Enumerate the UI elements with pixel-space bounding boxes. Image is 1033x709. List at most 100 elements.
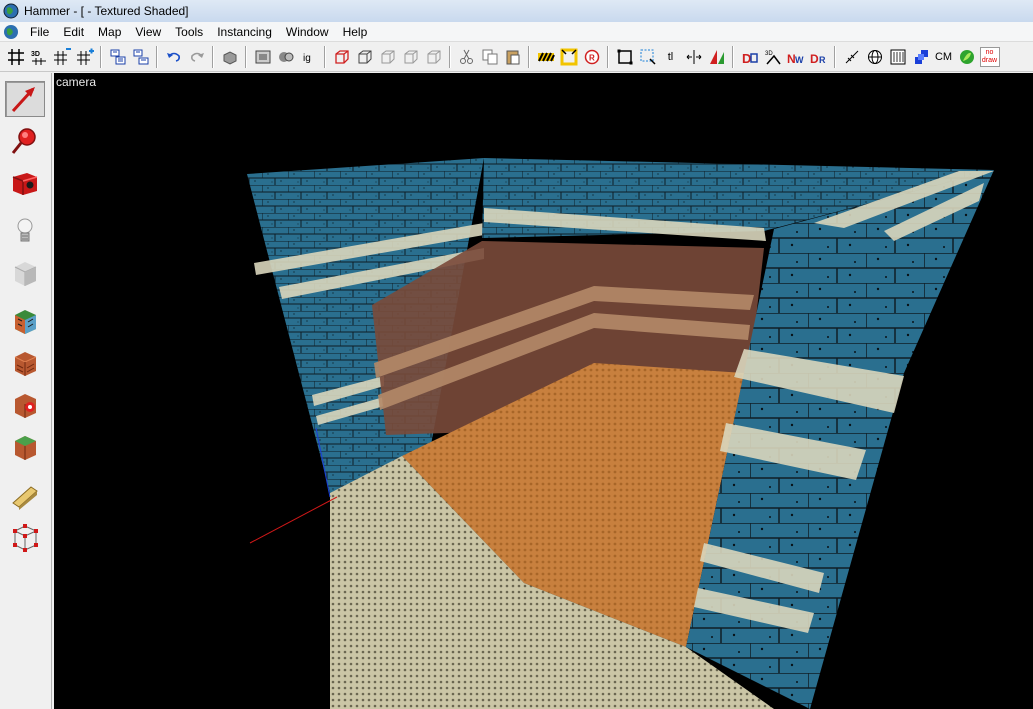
toggle-3d-wireframe-button[interactable]: 3D <box>762 46 784 68</box>
hide-selected-button[interactable] <box>252 46 274 68</box>
dashed-select-icon <box>640 49 656 65</box>
circle-r-icon: R <box>584 49 599 65</box>
decal-cube-icon <box>15 394 36 418</box>
cube-option-2-button[interactable] <box>400 46 422 68</box>
smaller-grid-button[interactable] <box>51 46 73 68</box>
vertex-tool[interactable] <box>5 519 45 555</box>
wireframe-cube-button[interactable] <box>354 46 376 68</box>
gray-cube-icon <box>14 262 37 286</box>
toggle-entities-button[interactable]: NW <box>785 46 807 68</box>
menu-file[interactable]: File <box>23 22 56 42</box>
selection-tool[interactable] <box>5 81 45 117</box>
texture-lock-tl-button[interactable]: tl <box>660 46 682 68</box>
menu-view[interactable]: View <box>128 22 168 42</box>
lasso-select-button[interactable] <box>637 46 659 68</box>
menu-edit[interactable]: Edit <box>56 22 91 42</box>
select-box-icon <box>617 49 632 65</box>
camera-viewport[interactable]: camera <box>54 73 1033 709</box>
texture-lock-button[interactable] <box>535 46 557 68</box>
title-bar: Hammer - [ - Textured Shaded] <box>0 0 1033 22</box>
selection-box-button[interactable] <box>614 46 636 68</box>
vertex-manipulation-button[interactable]: R <box>581 46 603 68</box>
ruler-icon <box>845 50 858 64</box>
svg-text:D: D <box>810 52 819 66</box>
clip-tool-button[interactable] <box>706 46 728 68</box>
hide-unselected-button[interactable] <box>275 46 297 68</box>
toggle-detail-button[interactable] <box>887 46 909 68</box>
cube-option-1-button[interactable] <box>377 46 399 68</box>
svg-text:3D: 3D <box>765 51 773 57</box>
menu-help[interactable]: Help <box>336 22 375 42</box>
toggle-sphere-button[interactable] <box>864 46 886 68</box>
toolbar-separator <box>212 46 214 68</box>
block-tool[interactable] <box>5 255 45 291</box>
3d-grid-icon: 3D <box>31 51 46 65</box>
toggle-nodraw-button[interactable]: no draw <box>979 46 1001 68</box>
svg-text:W: W <box>795 55 804 65</box>
ignore-groups-icon: ig <box>303 53 311 64</box>
redo-icon <box>190 52 204 62</box>
camera-icon <box>12 173 38 195</box>
magnifier-icon <box>11 128 36 154</box>
texture-scale-lock-button[interactable] <box>558 46 580 68</box>
paste-button[interactable] <box>502 46 524 68</box>
toolbar-separator <box>100 46 102 68</box>
menu-tools[interactable]: Tools <box>168 22 210 42</box>
group-icon <box>110 49 125 65</box>
cut-button[interactable] <box>456 46 478 68</box>
clipping-tool[interactable] <box>5 477 45 513</box>
flip-horizontal-button[interactable] <box>683 46 705 68</box>
toggle-blocks-button[interactable] <box>910 46 932 68</box>
toggle-foliage-button[interactable] <box>956 46 978 68</box>
carve-button[interactable] <box>219 46 241 68</box>
menu-map[interactable]: Map <box>91 22 128 42</box>
camera-tool[interactable] <box>5 165 45 201</box>
clip-red-green-icon <box>709 50 724 64</box>
ungroup-button[interactable] <box>130 46 152 68</box>
cm-label: CM <box>934 51 953 63</box>
toolbar-separator <box>324 46 326 68</box>
document-globe-icon[interactable] <box>3 24 19 40</box>
toggle-models-button[interactable] <box>841 46 863 68</box>
hammer-globe-icon <box>3 3 19 19</box>
detail-grid-icon <box>890 49 905 65</box>
grid-smaller-icon <box>53 48 71 65</box>
apply-current-texture-tool[interactable] <box>5 345 45 381</box>
pointer-arrow-icon <box>11 87 35 113</box>
toolbar-separator <box>156 46 158 68</box>
group-button[interactable] <box>107 46 129 68</box>
copy-button[interactable] <box>479 46 501 68</box>
redo-button[interactable] <box>186 46 208 68</box>
svg-text:D: D <box>742 51 751 66</box>
globe-outline-icon <box>867 50 882 64</box>
entity-tool[interactable] <box>5 213 45 249</box>
texture-application-tool[interactable] <box>5 303 45 339</box>
cube-option-3-button[interactable] <box>423 46 445 68</box>
larger-grid-button[interactable] <box>74 46 96 68</box>
menu-window[interactable]: Window <box>279 22 336 42</box>
tl-label: tl <box>667 51 674 63</box>
magnify-tool[interactable] <box>5 123 45 159</box>
draw-quick-mode-button[interactable]: D <box>739 46 761 68</box>
textured-cube-icon <box>15 310 36 334</box>
cm-button[interactable]: CM <box>933 46 955 68</box>
toolbar-separator <box>834 46 836 68</box>
overlay-tool[interactable] <box>5 429 45 465</box>
svg-text:R: R <box>819 55 826 65</box>
undo-button[interactable] <box>163 46 185 68</box>
ignore-groups-button[interactable]: ig <box>298 46 320 68</box>
copy-icon <box>482 49 497 65</box>
toggle-helpers-button[interactable]: DR <box>808 46 830 68</box>
menu-instancing[interactable]: Instancing <box>210 22 279 42</box>
nodraw-label-2: draw <box>981 57 998 64</box>
blue-blocks-icon <box>914 50 928 64</box>
cube-outline-icon <box>358 50 371 64</box>
cube-gray-icon <box>427 50 440 64</box>
select-cube-button[interactable] <box>331 46 353 68</box>
d-red-icon: D <box>742 51 758 66</box>
vertex-cube-icon <box>13 524 38 552</box>
decal-tool[interactable] <box>5 387 45 423</box>
toggle-grid-button[interactable] <box>5 46 27 68</box>
toggle-3d-grid-button[interactable]: 3D <box>28 46 50 68</box>
leaf-icon <box>959 50 974 64</box>
